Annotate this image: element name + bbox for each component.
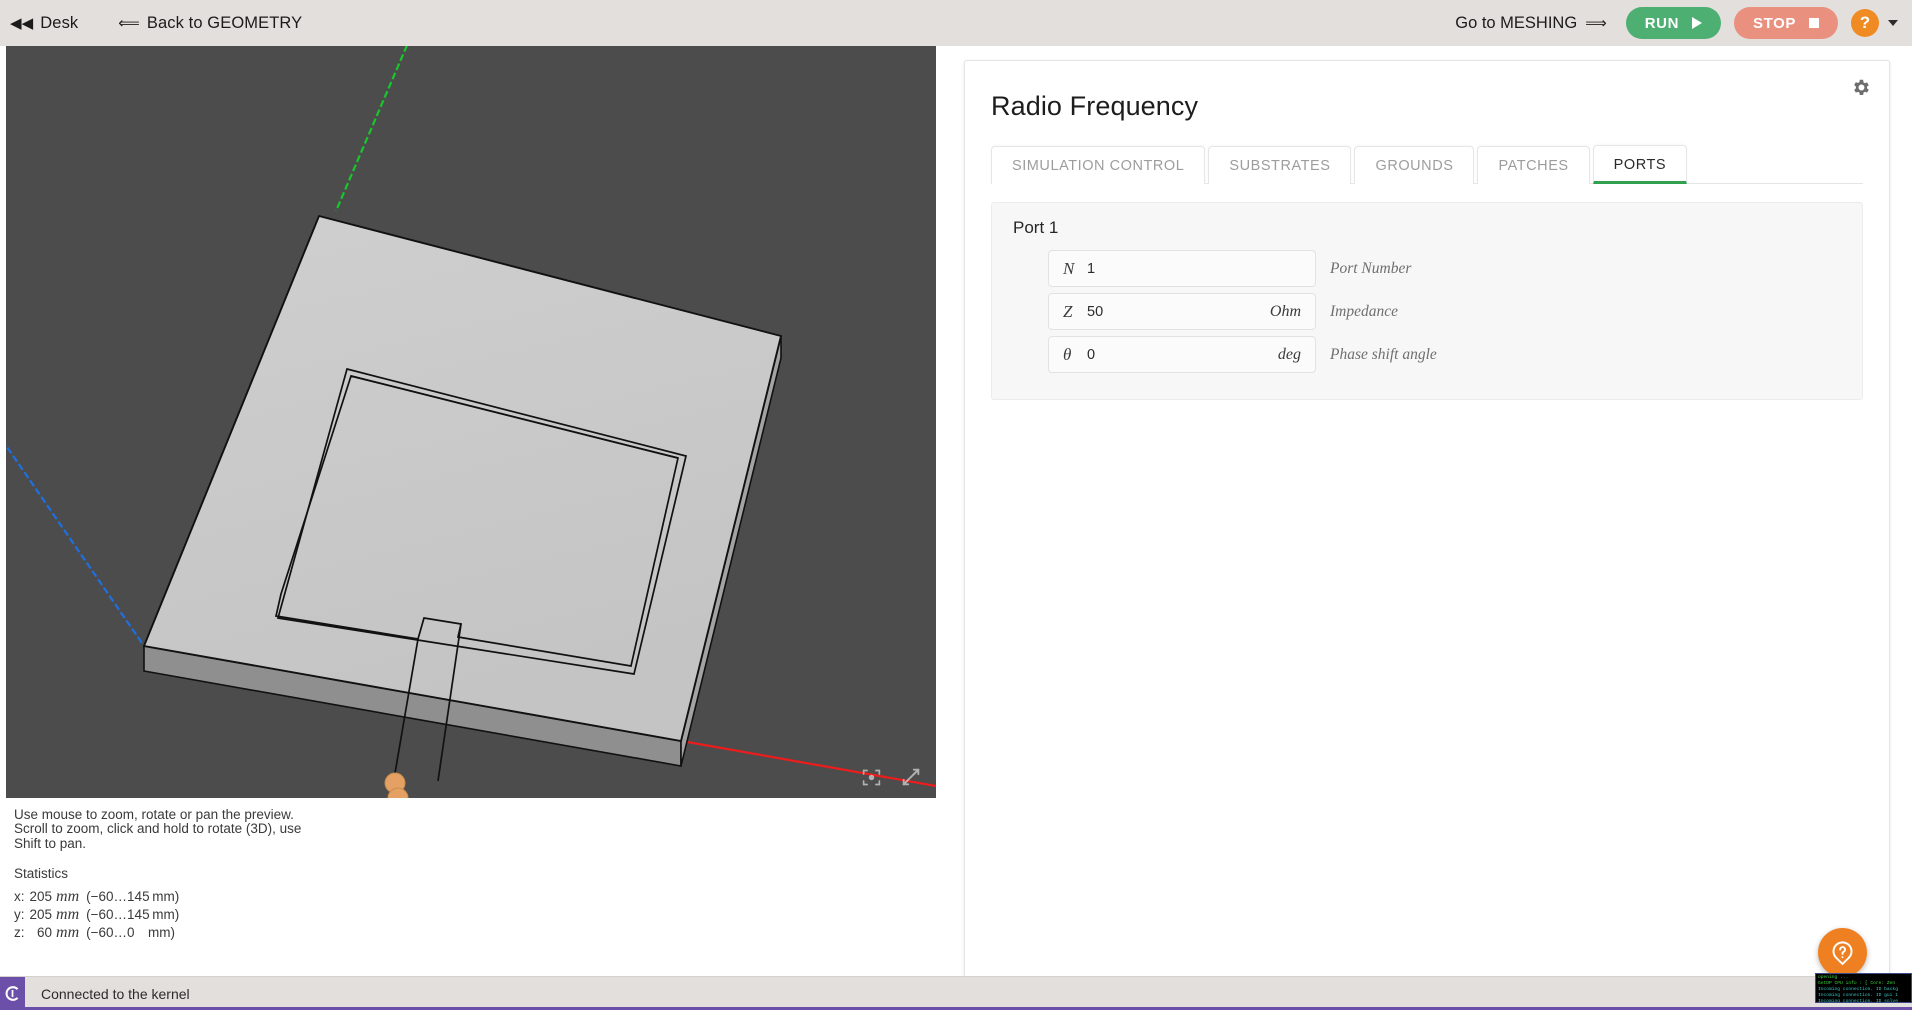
statistics-row: y: 205 mm (−60…145 mm) <box>14 906 179 924</box>
stop-button-label: STOP <box>1753 14 1796 32</box>
status-message: Connected to the kernel <box>41 985 190 1002</box>
hint-line-2: Scroll to zoom, click and hold to rotate… <box>14 821 302 837</box>
hint-line-1: Use mouse to zoom, rotate or pan the pre… <box>14 807 294 822</box>
statistics-axis: y: <box>14 906 25 922</box>
preview-hints: Use mouse to zoom, rotate or pan the pre… <box>6 798 936 942</box>
port-field-input[interactable]: Z 50 Ohm <box>1048 293 1316 330</box>
statistics-unit: mm <box>56 923 80 941</box>
port-group-title: Port 1 <box>1013 218 1059 237</box>
statistics-axis: x: <box>14 888 25 904</box>
port-field-symbol: θ <box>1063 344 1072 364</box>
geometry-canvas[interactable] <box>6 46 936 798</box>
port-field-input[interactable]: N1 <box>1048 250 1316 287</box>
port-field-symbol: Z <box>1063 301 1073 321</box>
go-to-meshing-label: Go to MESHING <box>1455 13 1578 32</box>
z-axis <box>334 46 408 212</box>
statistics-unit: mm <box>56 887 80 905</box>
statistics-size: 205 <box>29 906 53 922</box>
statistics-range: (−60…0 mm) <box>86 924 176 940</box>
tab-panel-ports: Port 1 N 1 Port Number Z 50 Ohm Impedance θ 0 deg… <box>991 183 1863 400</box>
port-field-unit: Ohm <box>1269 302 1301 320</box>
main-body: Use mouse to zoom, rotate or pan the pre… <box>0 46 1912 1000</box>
run-button[interactable]: RUN <box>1625 7 1722 39</box>
statistics-range: (−60…145 mm) <box>86 888 180 904</box>
fullscreen-icon[interactable] <box>900 766 922 788</box>
statistics-size: 60 <box>37 924 53 940</box>
substrate-slab[interactable] <box>142 214 783 767</box>
geometry-viewport[interactable] <box>6 46 936 798</box>
tab-ports[interactable]: PORTS <box>1592 145 1688 184</box>
chevron-down-icon[interactable] <box>1888 20 1898 26</box>
top-toolbar: ◀◀ Desk ⟸ Back to GEOMETRY Go to MESHING… <box>0 0 1912 46</box>
statistics-unit: mm <box>56 905 80 923</box>
substrate-top-face <box>142 214 783 743</box>
run-button-label: RUN <box>1644 14 1680 32</box>
right-arrow-icon: ⟹ <box>1585 14 1607 32</box>
tab-simulation-control[interactable]: SIMULATION CONTROL <box>991 146 1206 184</box>
y-axis <box>6 443 145 647</box>
help-button-label: ? <box>1859 13 1871 32</box>
stop-button[interactable]: STOP <box>1734 7 1838 39</box>
preview-column: Use mouse to zoom, rotate or pan the pre… <box>0 46 936 976</box>
port-marker[interactable] <box>384 772 409 798</box>
help-bubble-icon <box>1832 941 1853 965</box>
terminal-line: Incoming connection. ID solve <box>1818 999 1898 1003</box>
gear-icon[interactable] <box>1850 77 1871 98</box>
statistics-axis: z: <box>14 924 25 940</box>
center-view-icon[interactable] <box>861 767 882 788</box>
port-field-row: θ 0 deg Phase shift angle <box>1010 336 1844 373</box>
port-field-symbol: N <box>1063 258 1075 278</box>
viewport-tools <box>861 766 922 788</box>
help-fab-button[interactable] <box>1818 928 1867 977</box>
desk-link[interactable]: ◀◀ Desk <box>10 14 78 33</box>
port-field-value: 0 <box>1087 346 1096 363</box>
help-button[interactable]: ? <box>1851 9 1879 37</box>
left-arrow-icon: ⟸ <box>118 14 140 32</box>
hint-line-3: Shift to pan. <box>14 835 87 851</box>
tab-grounds[interactable]: GROUNDS <box>1354 146 1475 184</box>
statistics-table: x: 205 mm (−60…145 mm) y: 205 mm (−60…145 mm) z:… <box>14 888 936 942</box>
play-triangle-icon <box>1692 17 1703 29</box>
port-field-row: Z 50 Ohm Impedance <box>1010 293 1844 330</box>
statistics-size: 205 <box>29 888 53 904</box>
stop-square-icon <box>1809 18 1819 28</box>
back-to-geometry-label: Back to GEOMETRY <box>146 13 303 32</box>
port-field-row: N 1 Port Number <box>1010 250 1844 287</box>
desk-link-label: Desk <box>40 13 79 32</box>
toolbar-right-group: Go to MESHING ⟹ RUN STOP ? <box>1455 7 1898 39</box>
port-group: Port 1 N 1 Port Number Z 50 Ohm Impedance θ 0 deg… <box>991 202 1863 400</box>
toolbar-left-group: ◀◀ Desk ⟸ Back to GEOMETRY <box>10 14 302 33</box>
double-left-arrow-icon: ◀◀ <box>10 14 34 32</box>
back-to-geometry-link[interactable]: ⟸ Back to GEOMETRY <box>118 14 302 33</box>
properties-column: Radio Frequency SIMULATION CONTROL SUBSTR… <box>936 46 1912 1000</box>
statistics-row: z: 60 mm (−60…0 mm) <box>14 924 179 942</box>
application-window: ◀◀ Desk ⟸ Back to GEOMETRY Go to MESHING… <box>0 0 1912 1010</box>
statistics-range: (−60…145 mm) <box>86 906 180 922</box>
properties-panel: Radio Frequency SIMULATION CONTROL SUBSTR… <box>964 60 1890 1000</box>
go-to-meshing-link[interactable]: Go to MESHING ⟹ <box>1455 14 1606 33</box>
port-field-unit: deg <box>1277 345 1301 363</box>
port-field-value: 50 <box>1087 303 1104 320</box>
statistics-row: x: 205 mm (−60…145 mm) <box>14 888 179 906</box>
tab-patches[interactable]: PATCHES <box>1477 146 1590 184</box>
port-fields: N 1 Port Number Z 50 Ohm Impedance θ 0 deg Phase s… <box>1010 250 1844 373</box>
port-field-input[interactable]: θ 0 deg <box>1048 336 1316 373</box>
port-field-description: Port Number <box>1330 259 1412 277</box>
status-bar: Connected to the kernel opening ... GetDP… <box>0 973 1912 1010</box>
tab-substrates[interactable]: SUBSTRATES <box>1208 146 1352 184</box>
kernel-logo-icon <box>0 976 25 1010</box>
port-field-description: Impedance <box>1330 302 1398 320</box>
port-field-value: 1 <box>1087 260 1096 277</box>
page-title: Radio Frequency <box>991 91 1199 121</box>
statistics-title: Statistics <box>14 866 69 882</box>
kernel-terminal-window[interactable]: opening ... GetDP CPU info : [ Core: Zen I… <box>1815 973 1912 1003</box>
tab-bar: SIMULATION CONTROL SUBSTRATES GROUNDS PATCH… <box>991 144 1863 184</box>
port-field-description: Phase shift angle <box>1330 345 1437 363</box>
